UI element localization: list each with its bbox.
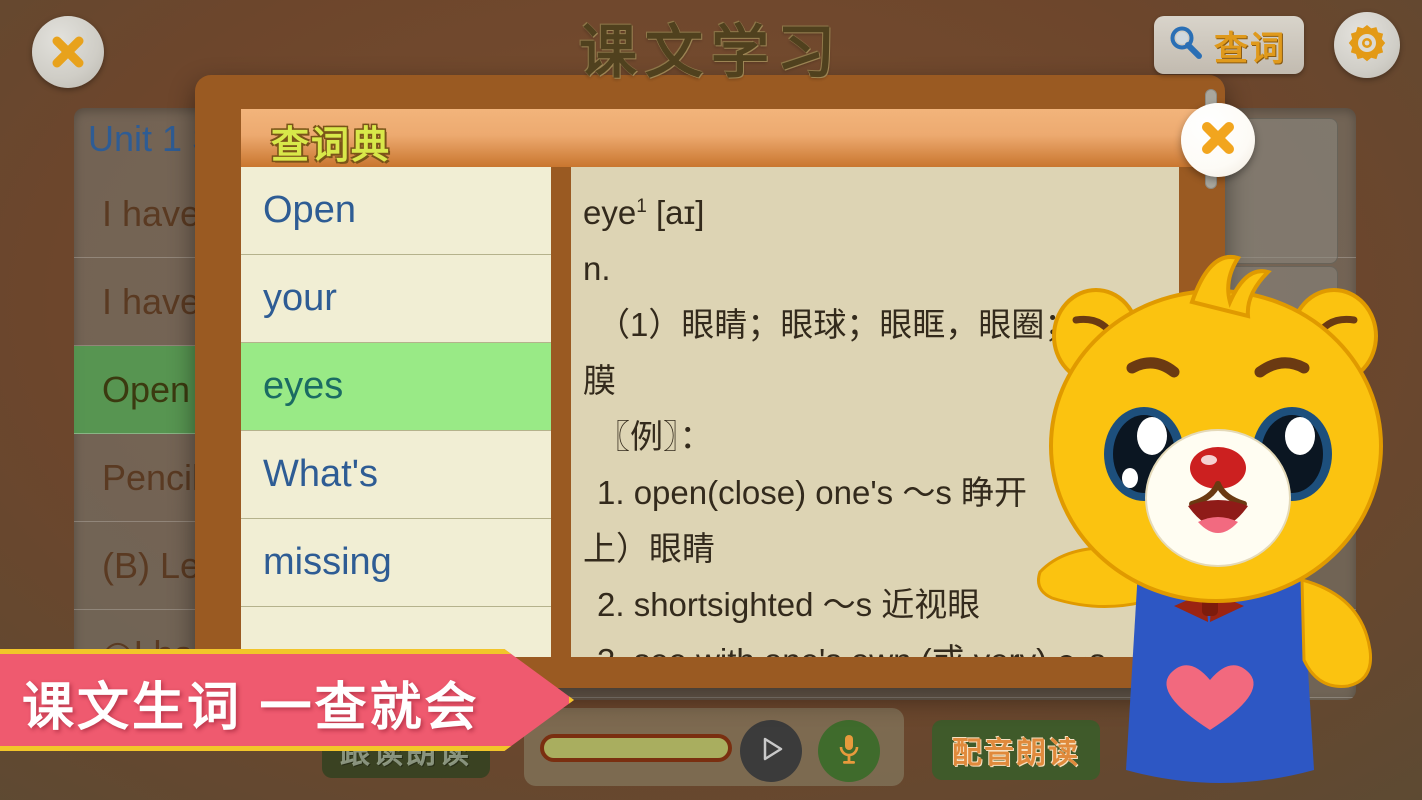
definition-headword-line: eye1 [aɪ]	[583, 179, 1157, 241]
lookup-word-button[interactable]: 查词	[1154, 16, 1304, 74]
definition-headword: eye	[583, 194, 637, 231]
dictionary-definition-pane[interactable]: eye1 [aɪ] n. （1）眼睛；眼球；眼眶，眼圈； 膜 〖例〗： 1. o…	[571, 167, 1179, 657]
microphone-button[interactable]	[818, 720, 880, 782]
search-magnifier-icon	[1166, 23, 1206, 68]
definition-example-1: 1. open(close) one's ～s 睁开	[597, 474, 1027, 511]
definition-sense-1: （1）眼睛；眼球；眼眶，眼圈；	[597, 306, 1078, 343]
close-x-icon	[1195, 115, 1241, 166]
definition-examples-label: 〖例〗：	[597, 418, 713, 455]
settings-button[interactable]	[1334, 12, 1400, 78]
definition-example-1-cont: 上）眼睛	[583, 530, 715, 567]
lesson-side-thumbnail-bottom	[1216, 266, 1338, 412]
microphone-icon	[834, 732, 864, 771]
promo-banner: 课文生词 一查就会	[0, 649, 574, 751]
dictionary-header-bar: 查词典	[241, 103, 1255, 177]
dubbing-read-button[interactable]: 配音朗读	[932, 720, 1100, 780]
word-list-item[interactable]: Open	[241, 167, 551, 255]
gear-icon	[1345, 21, 1389, 70]
word-list-item[interactable]: your	[241, 255, 551, 343]
app-root: Unit 1 S I have I have Open Pencil (B) L…	[0, 0, 1422, 800]
dictionary-panel-title: 查词典	[271, 125, 392, 167]
play-button[interactable]	[740, 720, 802, 782]
dictionary-word-list: Open your eyes What's missing	[241, 167, 551, 657]
definition-example-2: 2. shortsighted ～s 近视眼	[597, 586, 981, 623]
promo-banner-label: 课文生词 一查就会	[22, 679, 480, 737]
definition-sense-1-cont: 膜	[583, 362, 616, 399]
dictionary-dialog: 查词典 Open your eyes What's missing eye1 […	[195, 75, 1255, 688]
top-bar: 课文学习 查词	[0, 0, 1422, 100]
definition-sense-number: 1	[636, 196, 647, 217]
definition-phonetic: [aɪ]	[655, 194, 705, 231]
definition-part-of-speech: n.	[583, 250, 611, 287]
lookup-word-label: 查词	[1214, 29, 1286, 68]
audio-player-pod	[524, 708, 904, 786]
dictionary-close-button[interactable]	[1181, 103, 1255, 177]
word-list-item-selected[interactable]: eyes	[241, 343, 551, 431]
word-list-item[interactable]: missing	[241, 519, 551, 607]
definition-example-3: 3. see with one's own (或 very) ～s	[583, 633, 1157, 657]
dubbing-read-label: 配音朗读	[952, 737, 1080, 770]
word-list-item[interactable]: What's	[241, 431, 551, 519]
play-triangle-icon	[756, 734, 786, 769]
